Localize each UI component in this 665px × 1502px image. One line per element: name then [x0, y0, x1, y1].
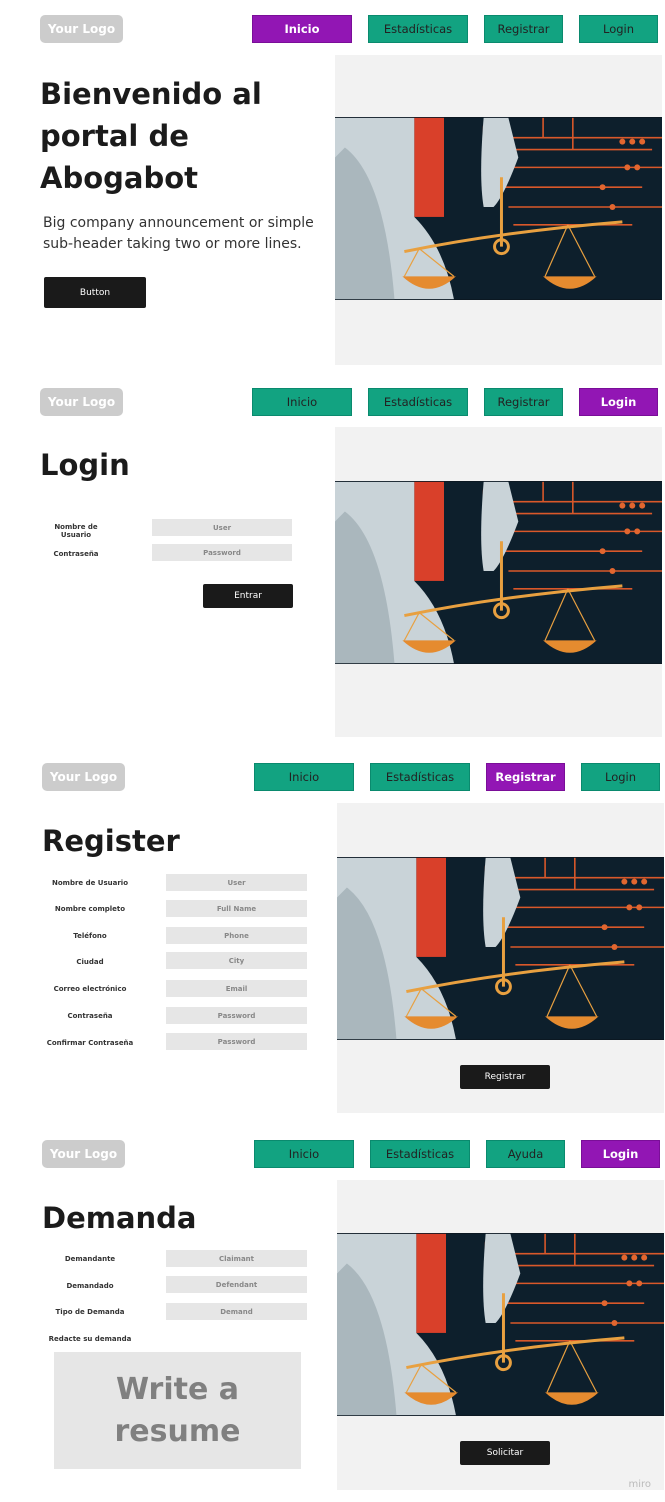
- nav-estadisticas[interactable]: Estadísticas: [368, 388, 468, 416]
- fullname-input[interactable]: Full Name: [166, 900, 307, 917]
- phone-input[interactable]: Phone: [166, 927, 307, 944]
- nav-registrar[interactable]: Registrar: [486, 763, 565, 791]
- username-input[interactable]: User: [152, 519, 292, 536]
- nav-inicio[interactable]: Inicio: [254, 763, 354, 791]
- sub-header: Big company announcement or simple sub-h…: [43, 215, 314, 252]
- logo[interactable]: Your Logo: [42, 763, 125, 791]
- claimant-label: Demandante: [64, 1255, 116, 1263]
- nav-login[interactable]: Login: [579, 15, 658, 43]
- nav-estadisticas[interactable]: Estadísticas: [368, 15, 468, 43]
- city-input[interactable]: City: [166, 952, 307, 969]
- nav-estadisticas[interactable]: Estadísticas: [370, 763, 470, 791]
- register-frame: Your Logo Inicio Estadísticas Registrar …: [0, 750, 665, 1128]
- nav-ayuda[interactable]: Ayuda: [486, 1140, 565, 1168]
- demand-textarea[interactable]: Write a resume: [54, 1352, 301, 1469]
- defendant-label: Demandado: [66, 1282, 114, 1290]
- nav-estadisticas[interactable]: Estadísticas: [370, 1140, 470, 1168]
- demand-text-label: Redacte su demanda: [48, 1335, 132, 1343]
- justice-illustration: [337, 857, 664, 1040]
- nav-registrar[interactable]: Registrar: [484, 388, 563, 416]
- phone-label: Teléfono: [73, 932, 107, 940]
- defendant-input[interactable]: Defendant: [166, 1276, 307, 1293]
- claimant-input[interactable]: Claimant: [166, 1250, 307, 1267]
- login-frame: Your Logo Inicio Estadísticas Registrar …: [0, 372, 665, 750]
- nav-inicio[interactable]: Inicio: [254, 1140, 354, 1168]
- password-label: Contraseña: [67, 1012, 113, 1020]
- logo[interactable]: Your Logo: [40, 15, 123, 43]
- password-input[interactable]: Password: [166, 1007, 307, 1024]
- page-title: Demanda: [42, 1201, 197, 1235]
- nav-inicio[interactable]: Inicio: [252, 15, 352, 43]
- enter-button[interactable]: Entrar: [203, 584, 293, 608]
- fullname-label: Nombre completo: [54, 905, 126, 913]
- nav-inicio[interactable]: Inicio: [252, 388, 352, 416]
- nav-login[interactable]: Login: [581, 763, 660, 791]
- logo[interactable]: Your Logo: [40, 388, 123, 416]
- page-title: Login: [40, 448, 130, 482]
- logo[interactable]: Your Logo: [42, 1140, 125, 1168]
- primary-button[interactable]: Button: [44, 277, 146, 308]
- demand-type-label: Tipo de Demanda: [55, 1308, 125, 1316]
- email-input[interactable]: Email: [166, 980, 307, 997]
- nav-login[interactable]: Login: [579, 388, 658, 416]
- page-title: Register: [42, 824, 180, 858]
- username-label: Nombre de Usuario: [51, 879, 129, 887]
- demand-type-input[interactable]: Demand: [166, 1303, 307, 1320]
- username-label: Nombre de Usuario: [54, 523, 98, 539]
- miro-watermark: miro: [628, 1479, 651, 1490]
- username-input[interactable]: User: [166, 874, 307, 891]
- submit-demand-button[interactable]: Solicitar: [460, 1441, 550, 1465]
- demand-frame: Your Logo Inicio Estadísticas Ayuda Logi…: [0, 1128, 665, 1502]
- nav-login[interactable]: Login: [581, 1140, 660, 1168]
- justice-illustration: [337, 1233, 664, 1416]
- password-label: Contraseña: [53, 550, 99, 558]
- page-title: Bienvenido al portal de Abogabot: [40, 77, 262, 195]
- city-label: Ciudad: [76, 958, 104, 966]
- justice-illustration: [335, 481, 662, 664]
- confirm-password-input[interactable]: Password: [166, 1033, 307, 1050]
- home-frame: Your Logo Inicio Estadísticas Registrar …: [0, 0, 665, 372]
- justice-illustration: [335, 117, 662, 300]
- confirm-password-label: Confirmar Contraseña: [46, 1039, 134, 1047]
- nav-registrar[interactable]: Registrar: [484, 15, 563, 43]
- email-label: Correo electrónico: [53, 985, 127, 993]
- register-button[interactable]: Registrar: [460, 1065, 550, 1089]
- password-input[interactable]: Password: [152, 544, 292, 561]
